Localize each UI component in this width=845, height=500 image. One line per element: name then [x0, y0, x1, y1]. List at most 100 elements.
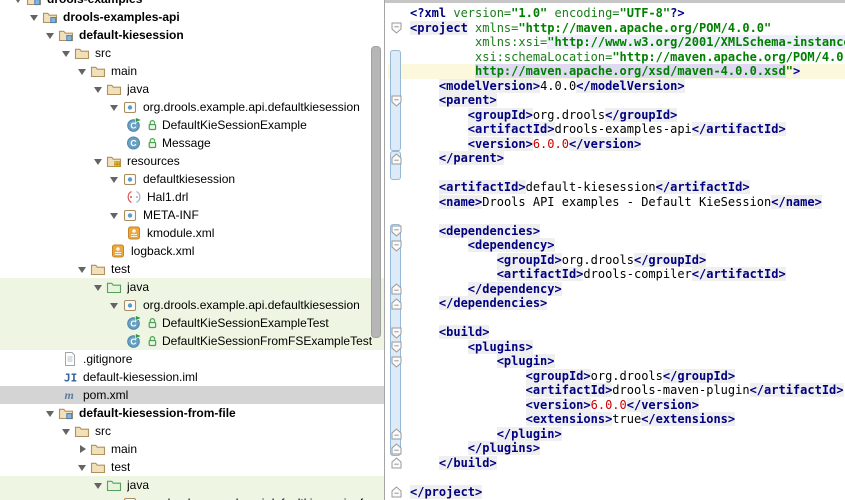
code-token: "http://maven.apache.org/POM/4.0.0	[612, 50, 845, 64]
code-token: </groupId>	[634, 253, 706, 267]
code-token: <dependency>	[468, 238, 555, 252]
tree-row-resources[interactable]: resources	[0, 152, 384, 170]
tree-row-kmodule-xml[interactable]: kmodule.xml	[0, 224, 384, 242]
tree-row-src[interactable]: src	[0, 44, 384, 62]
tree-row-logback-xml[interactable]: logback.xml	[0, 242, 384, 260]
fold-open-icon[interactable]	[391, 356, 402, 368]
expand-open-icon[interactable]	[108, 98, 122, 116]
code-line	[410, 209, 845, 224]
fold-open-icon[interactable]	[391, 225, 402, 237]
tree-row-drools-examples-api[interactable]: drools-examples-api	[0, 8, 384, 26]
tree-row-meta-inf[interactable]: META-INF	[0, 206, 384, 224]
expand-open-icon[interactable]	[28, 8, 42, 26]
expand-open-icon[interactable]	[108, 494, 122, 500]
tree-row-test[interactable]: test	[0, 458, 384, 476]
code-token: 4.0.0	[540, 79, 576, 93]
tree-row-test[interactable]: test	[0, 260, 384, 278]
tree-row-java[interactable]: java	[0, 476, 384, 494]
tree-item-label: main	[111, 64, 137, 78]
tree-row-defaultkiesessionexampletest[interactable]: C DefaultKieSessionExampleTest	[0, 314, 384, 332]
expand-open-icon[interactable]	[76, 458, 90, 476]
tree-scrollbar-thumb[interactable]	[371, 46, 381, 338]
tree-row-main[interactable]: main	[0, 62, 384, 80]
expand-closed-icon[interactable]	[76, 440, 90, 458]
tree-row-org-drools-example-api-defaultkiesession[interactable]: org.drools.example.api.defaultkiesession	[0, 98, 384, 116]
visibility-lock-icon	[147, 119, 158, 132]
code-token: <name>	[439, 195, 482, 209]
code-token: <project	[410, 21, 468, 35]
code-token: </artifactId>	[750, 383, 844, 397]
fold-open-icon[interactable]	[391, 327, 402, 339]
code-token	[410, 412, 526, 426]
expand-open-icon[interactable]	[92, 80, 106, 98]
tree-row-pom-xml[interactable]: mpom.xml	[0, 386, 384, 404]
tree-row-defaultkiesession[interactable]: defaultkiesession	[0, 170, 384, 188]
text-file-icon	[62, 351, 78, 367]
class-run-icon: C	[126, 315, 142, 331]
tree-row-message[interactable]: CMessage	[0, 134, 384, 152]
code-token	[410, 137, 468, 151]
code-token: true	[612, 412, 641, 426]
expand-open-icon[interactable]	[92, 152, 106, 170]
fold-close-icon[interactable]	[391, 298, 402, 310]
tree-item-label: .gitignore	[83, 352, 132, 366]
module-folder-icon	[42, 9, 58, 25]
tree-row-src[interactable]: src	[0, 422, 384, 440]
code-token: <groupId>	[468, 108, 533, 122]
module-folder-icon	[58, 27, 74, 43]
fold-close-icon[interactable]	[391, 283, 402, 295]
fold-close-icon[interactable]	[391, 153, 402, 165]
project-tree-panel[interactable]: drools-examplesdrools-examples-apidefaul…	[0, 0, 384, 500]
code-token: </plugins>	[468, 441, 540, 455]
expand-open-icon[interactable]	[92, 476, 106, 494]
tree-row-defaultkiesessionexample[interactable]: CDefaultKieSessionExample	[0, 116, 384, 134]
code-line	[410, 311, 845, 326]
expand-open-icon[interactable]	[12, 0, 26, 8]
expand-open-icon[interactable]	[108, 206, 122, 224]
expand-open-icon[interactable]	[108, 170, 122, 188]
expand-open-icon[interactable]	[76, 260, 90, 278]
tree-row-java[interactable]: java	[0, 80, 384, 98]
tree-item-label: DefaultKieSessionExampleTest	[162, 316, 329, 330]
fold-close-icon[interactable]	[391, 443, 402, 455]
code-token	[410, 35, 475, 49]
code-line: </plugins>	[410, 441, 845, 456]
fold-open-icon[interactable]	[391, 22, 402, 34]
expand-open-icon[interactable]	[92, 278, 106, 296]
visibility-lock-icon	[147, 137, 158, 150]
tree-row-default-kiesession-from-file[interactable]: default-kiesession-from-file	[0, 404, 384, 422]
code-editor[interactable]: <?xml version="1.0" encoding="UTF-8"?><p…	[410, 6, 845, 499]
code-line: <artifactId>drools-examples-api</artifac…	[410, 122, 845, 137]
tree-row--gitignore[interactable]: .gitignore	[0, 350, 384, 368]
fold-open-icon[interactable]	[391, 341, 402, 353]
fold-close-icon[interactable]	[391, 457, 402, 469]
expand-open-icon[interactable]	[44, 26, 58, 44]
code-token	[410, 267, 497, 281]
tree-row-org-drools-example-api-defaultkiesession[interactable]: org.drools.example.api.defaultkiesession	[0, 296, 384, 314]
tree-row-defaultkiesessionfromfsexampletest[interactable]: CDefaultKieSessionFromFSExampleTest	[0, 332, 384, 350]
expand-open-icon[interactable]	[44, 404, 58, 422]
module-folder-icon	[26, 0, 42, 7]
tree-row-main[interactable]: main	[0, 440, 384, 458]
tree-item-label: kmodule.xml	[147, 226, 214, 240]
expand-open-icon[interactable]	[60, 422, 74, 440]
fold-close-icon[interactable]	[391, 428, 402, 440]
tree-row-java[interactable]: java	[0, 278, 384, 296]
tree-item-label: main	[111, 442, 137, 456]
expand-open-icon[interactable]	[76, 62, 90, 80]
tree-row-org-drools-example-api-defaultkiesessionfromfile[interactable]: org.drools.example.api.defaultkiesession…	[0, 494, 384, 500]
code-line: <artifactId>drools-maven-plugin</artifac…	[410, 383, 845, 398]
tree-row-default-kiesession[interactable]: default-kiesession	[0, 26, 384, 44]
tree-row-hal1-drl[interactable]: Hal1.drl	[0, 188, 384, 206]
expand-open-icon[interactable]	[60, 44, 74, 62]
fold-close-icon[interactable]	[391, 486, 402, 498]
tree-row-drools-examples[interactable]: drools-examples	[0, 0, 384, 8]
vcs-changed-lines-bar	[390, 224, 401, 456]
editor-pane[interactable]: <?xml version="1.0" encoding="UTF-8"?><p…	[385, 0, 845, 500]
code-token: Drools API examples - Default KieSession	[482, 195, 771, 209]
tree-row-default-kiesession-iml[interactable]: JIdefault-kiesession.iml	[0, 368, 384, 386]
fold-open-icon[interactable]	[391, 95, 402, 107]
code-token: </extensions>	[641, 412, 735, 426]
expand-open-icon[interactable]	[108, 296, 122, 314]
fold-open-icon[interactable]	[391, 240, 402, 252]
